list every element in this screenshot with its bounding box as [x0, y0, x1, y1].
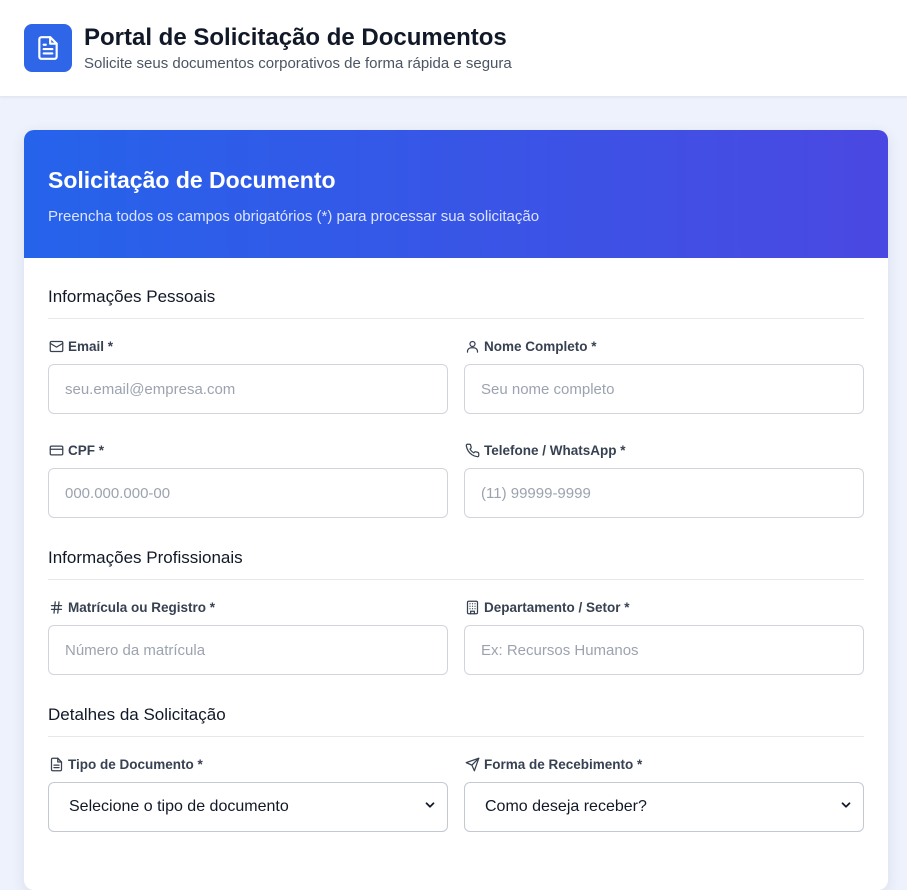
card-icon: [48, 442, 64, 458]
phone-icon: [464, 442, 480, 458]
form-title: Solicitação de Documento: [48, 167, 336, 193]
doc-type-selected: Selecione o tipo de documento: [69, 798, 289, 815]
delivery-field-group: Forma de Recebimento * Como deseja receb…: [464, 756, 864, 832]
section-title-professional: Informações Profissionais: [48, 548, 864, 580]
cpf-field-group: CPF * 000.000.000-00: [48, 442, 448, 518]
registration-label: Matrícula ou Registro *: [68, 599, 216, 615]
section-title-details: Detalhes da Solicitação: [48, 705, 864, 737]
department-field-group: Departamento / Setor * Ex: Recursos Huma…: [464, 599, 864, 675]
email-input[interactable]: seu.email@empresa.com: [48, 364, 448, 414]
chevron-down-icon: [839, 798, 853, 817]
phone-label: Telefone / WhatsApp *: [484, 442, 626, 458]
doc-type-select[interactable]: Selecione o tipo de documento: [48, 782, 448, 832]
email-label: Email *: [68, 338, 114, 354]
building-icon: [464, 599, 480, 615]
cpf-input[interactable]: 000.000.000-00: [48, 468, 448, 518]
name-field-group: Nome Completo * Seu nome completo: [464, 338, 864, 414]
delivery-select[interactable]: Como deseja receber?: [464, 782, 864, 832]
form-subtitle: Preencha todos os campos obrigatórios (*…: [48, 208, 540, 225]
professional-section: Informações Profissionais Matrícula ou R…: [48, 518, 864, 675]
doc-type-label: Tipo de Documento *: [68, 756, 203, 772]
department-label: Departamento / Setor *: [484, 599, 630, 615]
delivery-selected: Como deseja receber?: [485, 798, 647, 815]
form-header: Solicitação de Documento Preencha todos …: [24, 130, 888, 258]
name-input[interactable]: Seu nome completo: [464, 364, 864, 414]
name-label: Nome Completo *: [484, 338, 597, 354]
document-icon: [24, 24, 72, 72]
phone-field-group: Telefone / WhatsApp * (11) 99999-9999: [464, 442, 864, 518]
top-header: Portal de Solicitação de Documentos Soli…: [0, 0, 907, 97]
request-form-card: Solicitação de Documento Preencha todos …: [24, 130, 888, 890]
registration-input[interactable]: Número da matrícula: [48, 625, 448, 675]
registration-field-group: Matrícula ou Registro * Número da matríc…: [48, 599, 448, 675]
department-input[interactable]: Ex: Recursos Humanos: [464, 625, 864, 675]
portal-subtitle: Solicite seus documentos corporativos de…: [84, 55, 512, 72]
delivery-label: Forma de Recebimento *: [484, 756, 643, 772]
hash-icon: [48, 599, 64, 615]
form-body: Informações Pessoais Email * seu.email@e…: [24, 258, 888, 832]
send-icon: [464, 756, 480, 772]
file-icon: [48, 756, 64, 772]
chevron-down-icon: [423, 798, 437, 817]
user-icon: [464, 338, 480, 354]
email-field-group: Email * seu.email@empresa.com: [48, 338, 448, 414]
portal-title: Portal de Solicitação de Documentos: [84, 24, 507, 51]
section-title-personal: Informações Pessoais: [48, 287, 864, 319]
phone-input[interactable]: (11) 99999-9999: [464, 468, 864, 518]
details-section: Detalhes da Solicitação Tipo de Document…: [48, 675, 864, 832]
personal-section: Informações Pessoais Email * seu.email@e…: [48, 258, 864, 518]
doc-type-field-group: Tipo de Documento * Selecione o tipo de …: [48, 756, 448, 832]
cpf-label: CPF *: [68, 442, 105, 458]
mail-icon: [48, 338, 64, 354]
